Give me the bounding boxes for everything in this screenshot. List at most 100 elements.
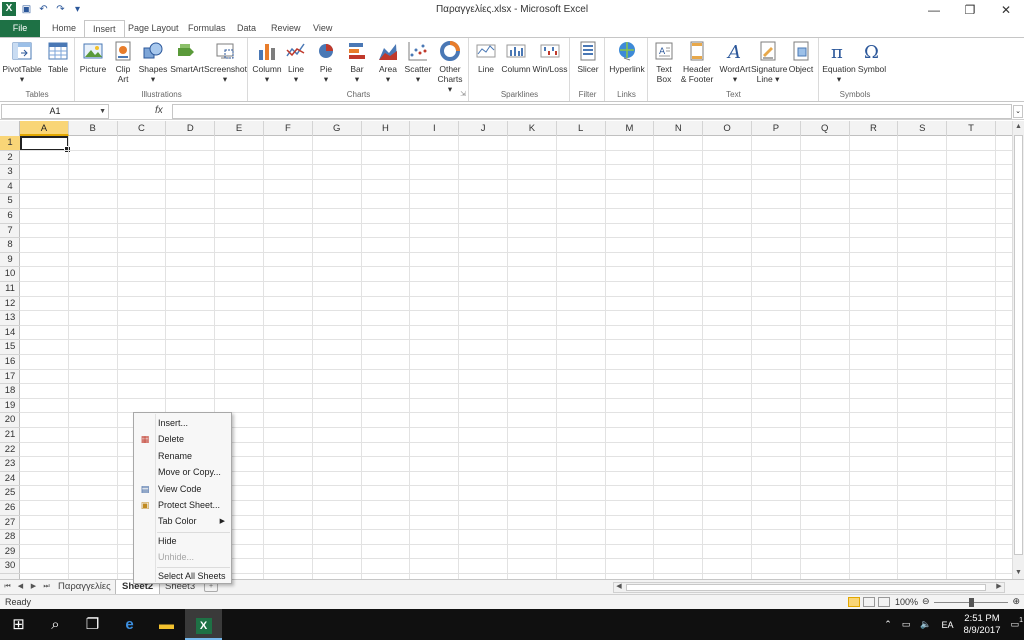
action-center-icon[interactable]: ▭ 1 xyxy=(1005,617,1024,630)
area-chart-button[interactable]: Area ▾ xyxy=(375,40,401,84)
next-sheet-icon[interactable]: ▶ xyxy=(29,581,38,593)
clip-art-button[interactable]: Clip Art xyxy=(112,40,134,84)
row-header[interactable]: 13 xyxy=(0,311,20,326)
column-header[interactable]: G xyxy=(313,121,362,136)
row-header[interactable]: 21 xyxy=(0,428,20,443)
tab-page-layout[interactable]: Page Layout xyxy=(120,20,187,37)
menu-item-delete[interactable]: ▦ Delete xyxy=(135,432,231,447)
row-header[interactable]: 17 xyxy=(0,370,20,385)
search-icon[interactable]: ⌕ xyxy=(37,609,74,640)
symbol-button[interactable]: Ω Symbol xyxy=(856,40,888,74)
first-sheet-icon[interactable]: ⏮ xyxy=(3,581,12,593)
horizontal-scrollbar[interactable]: ◀ ▶ xyxy=(613,582,1005,593)
header-footer-button[interactable]: Header & Footer xyxy=(677,40,717,84)
name-box[interactable]: A1 ▼ xyxy=(1,104,109,119)
zoom-level[interactable]: 100% xyxy=(895,597,918,607)
row-header[interactable]: 14 xyxy=(0,326,20,341)
column-header[interactable]: N xyxy=(654,121,704,136)
column-header[interactable]: O xyxy=(703,121,752,136)
scroll-left-icon[interactable]: ◀ xyxy=(614,582,624,590)
column-header[interactable]: Q xyxy=(801,121,850,136)
scroll-up-icon[interactable]: ▲ xyxy=(1013,121,1024,133)
table-button[interactable]: Table xyxy=(44,40,72,74)
screenshot-button[interactable]: Screenshot ▾ xyxy=(204,40,247,84)
hyperlink-button[interactable]: Hyperlink xyxy=(609,40,645,74)
bar-chart-button[interactable]: Bar ▾ xyxy=(345,40,369,84)
task-view-icon[interactable]: ❐ xyxy=(74,609,111,640)
tab-insert[interactable]: Insert xyxy=(84,20,125,38)
column-header[interactable]: P xyxy=(752,121,801,136)
row-header[interactable]: 4 xyxy=(0,180,20,195)
show-hidden-icons-icon[interactable]: ⌃ xyxy=(879,619,897,630)
row-header[interactable]: 12 xyxy=(0,297,20,312)
row-header[interactable]: 26 xyxy=(0,501,20,516)
column-header[interactable]: D xyxy=(166,121,216,136)
last-sheet-icon[interactable]: ⏭ xyxy=(42,581,51,593)
row-header[interactable]: 1 xyxy=(0,136,20,151)
signature-line-button[interactable]: Signature Line ▾ xyxy=(751,40,787,84)
menu-item-select-all-sheets[interactable]: Select All Sheets xyxy=(135,569,231,584)
sparkline-winloss-button[interactable]: Win/Loss xyxy=(532,40,568,74)
edge-browser-icon[interactable]: e xyxy=(111,609,148,640)
row-header[interactable]: 10 xyxy=(0,267,20,282)
scroll-down-icon[interactable]: ▼ xyxy=(1013,567,1024,579)
tab-review[interactable]: Review xyxy=(263,20,309,37)
formula-input[interactable] xyxy=(172,104,1012,119)
pivottable-button[interactable]: PivotTable ▾ xyxy=(2,40,42,84)
menu-item-move-or-copy[interactable]: Move or Copy... xyxy=(135,465,231,480)
clock[interactable]: 2:51 PM 8/9/2017 xyxy=(959,613,1006,637)
tab-view[interactable]: View xyxy=(305,20,340,37)
normal-view-icon[interactable] xyxy=(848,597,860,607)
column-header[interactable]: K xyxy=(508,121,557,136)
pie-chart-button[interactable]: Pie ▾ xyxy=(313,40,339,84)
column-header[interactable]: A xyxy=(20,121,69,136)
smartart-button[interactable]: SmartArt xyxy=(170,40,204,74)
expand-formula-bar-icon[interactable]: ⌄ xyxy=(1013,105,1023,118)
windows-start-icon[interactable]: ⊞ xyxy=(0,609,37,640)
zoom-knob[interactable] xyxy=(969,598,974,607)
menu-item-insert[interactable]: Insert... xyxy=(135,416,231,431)
minimize-icon[interactable]: — xyxy=(916,0,952,20)
column-header[interactable]: I xyxy=(410,121,460,136)
column-header[interactable]: S xyxy=(898,121,948,136)
name-box-dropdown-icon[interactable]: ▼ xyxy=(99,105,106,118)
row-header[interactable]: 25 xyxy=(0,486,20,501)
row-header[interactable]: 22 xyxy=(0,443,20,458)
slicer-button[interactable]: Slicer xyxy=(575,40,601,74)
column-header[interactable]: B xyxy=(69,121,118,136)
column-header[interactable]: H xyxy=(362,121,411,136)
object-button[interactable]: Object xyxy=(787,40,815,74)
restore-icon[interactable]: ❐ xyxy=(952,0,988,20)
row-header[interactable]: 29 xyxy=(0,545,20,560)
row-header[interactable]: 18 xyxy=(0,384,20,399)
zoom-slider[interactable]: ⊖ ⊕ xyxy=(922,596,1020,608)
tab-file[interactable]: File xyxy=(0,20,40,37)
text-box-button[interactable]: A Text Box xyxy=(652,40,676,84)
page-layout-view-icon[interactable] xyxy=(863,597,875,607)
language-indicator[interactable]: EA xyxy=(936,620,958,630)
sparkline-column-button[interactable]: Column xyxy=(500,40,532,74)
row-header[interactable]: 3 xyxy=(0,165,20,180)
page-break-view-icon[interactable] xyxy=(878,597,890,607)
line-chart-button[interactable]: Line ▾ xyxy=(285,40,307,84)
column-header[interactable]: T xyxy=(947,121,996,136)
prev-sheet-icon[interactable]: ◀ xyxy=(16,581,25,593)
equation-button[interactable]: π Equation ▾ xyxy=(821,40,857,84)
row-header[interactable]: 20 xyxy=(0,413,20,428)
menu-item-tab-color[interactable]: Tab Color ▶ xyxy=(135,514,231,529)
column-chart-button[interactable]: Column ▾ xyxy=(251,40,283,84)
select-all-corner[interactable] xyxy=(0,121,20,136)
row-header[interactable]: 2 xyxy=(0,151,20,166)
vertical-scrollbar[interactable]: ▲ ▼ xyxy=(1012,121,1024,579)
scroll-right-icon[interactable]: ▶ xyxy=(994,582,1004,590)
row-header[interactable]: 30 xyxy=(0,559,20,574)
row-header[interactable]: 15 xyxy=(0,340,20,355)
row-header[interactable]: 8 xyxy=(0,238,20,253)
shapes-button[interactable]: Shapes ▾ xyxy=(138,40,168,84)
menu-item-rename[interactable]: Rename xyxy=(135,449,231,464)
menu-item-protect-sheet[interactable]: ▣ Protect Sheet... xyxy=(135,498,231,513)
row-header[interactable]: 24 xyxy=(0,472,20,487)
network-icon[interactable]: ▭ xyxy=(897,619,916,630)
row-header[interactable]: 7 xyxy=(0,224,20,239)
other-charts-button[interactable]: Other Charts ▾ xyxy=(435,40,465,94)
